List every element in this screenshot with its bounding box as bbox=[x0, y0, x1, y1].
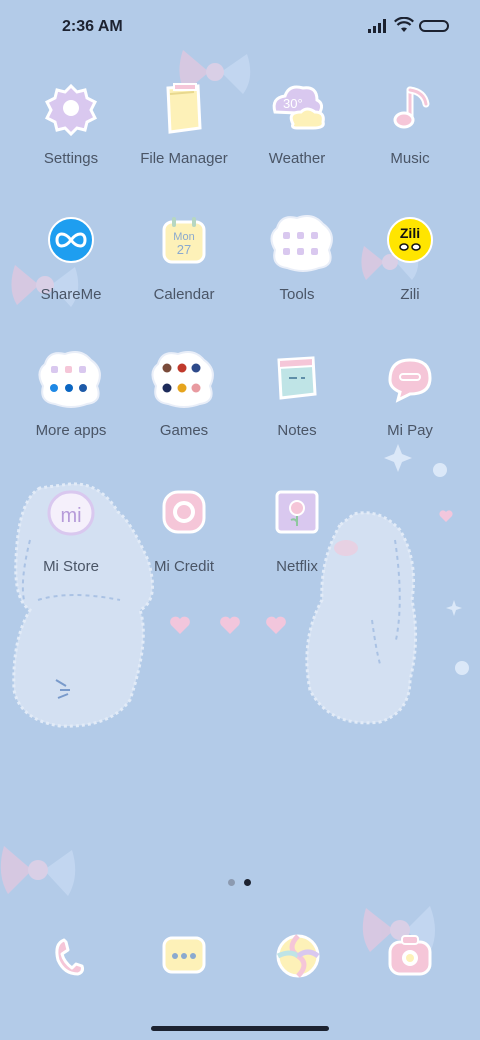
app-music[interactable]: Music bbox=[354, 78, 466, 190]
status-bar: 2:36 AM bbox=[0, 0, 480, 56]
app-calendar[interactable]: Mon 27 Calendar bbox=[128, 214, 240, 326]
status-time: 2:36 AM bbox=[62, 18, 123, 35]
app-label: Settings bbox=[43, 150, 99, 167]
svg-text:mi: mi bbox=[60, 505, 81, 527]
app-label: Music bbox=[390, 150, 430, 167]
cloud-sun-icon: 30° bbox=[272, 85, 325, 130]
app-notes[interactable]: Notes bbox=[241, 350, 353, 462]
app-file-manager[interactable]: File Manager bbox=[128, 78, 240, 190]
bow-decoration bbox=[0, 846, 76, 896]
folder-games[interactable]: Games bbox=[128, 350, 240, 462]
app-mi-pay[interactable]: Mi Pay bbox=[354, 350, 466, 462]
folder-grid-icon bbox=[270, 215, 333, 272]
svg-text:27: 27 bbox=[177, 242, 191, 257]
folder-tools[interactable]: Tools bbox=[241, 214, 353, 326]
app-label: Mi Pay bbox=[387, 422, 433, 439]
app-weather[interactable]: 30° Weather bbox=[241, 78, 353, 190]
infinity-icon bbox=[48, 217, 94, 263]
zili-icon: Zili bbox=[387, 217, 433, 263]
svg-text:Zili: Zili bbox=[400, 225, 420, 241]
chat-bubble-icon bbox=[388, 358, 432, 403]
app-mi-store[interactable]: mi Mi Store bbox=[15, 486, 127, 598]
ball-icon[interactable] bbox=[272, 930, 324, 982]
folder-grid-icon bbox=[38, 351, 101, 408]
app-settings[interactable]: Settings bbox=[15, 78, 127, 190]
camera-icon[interactable] bbox=[384, 930, 436, 982]
app-netflix[interactable]: Netflix bbox=[241, 486, 353, 598]
app-shareme[interactable]: ShareMe bbox=[15, 214, 127, 326]
app-label: Netflix bbox=[276, 558, 318, 575]
app-label: Weather bbox=[268, 150, 326, 167]
folder-more-apps[interactable]: More apps bbox=[15, 350, 127, 462]
mi-store-icon: mi bbox=[47, 490, 95, 536]
ring-icon bbox=[162, 490, 206, 534]
app-label: Calendar bbox=[153, 286, 215, 303]
battery-icon bbox=[419, 20, 449, 32]
app-label: ShareMe bbox=[40, 286, 102, 303]
phone-icon[interactable] bbox=[44, 930, 96, 982]
notes-icon bbox=[277, 356, 317, 400]
home-indicator[interactable] bbox=[151, 1026, 329, 1031]
music-note-icon bbox=[393, 86, 430, 129]
app-label: Tools bbox=[279, 286, 315, 303]
app-label: Games bbox=[159, 422, 209, 439]
app-label: Notes bbox=[277, 422, 317, 439]
folder-icon bbox=[166, 83, 202, 134]
app-label: Mi Store bbox=[43, 558, 99, 575]
message-icon[interactable] bbox=[158, 930, 210, 982]
app-label: File Manager bbox=[140, 150, 228, 167]
cellular-signal-icon bbox=[368, 19, 386, 33]
calendar-icon: Mon 27 bbox=[162, 217, 206, 264]
app-zili[interactable]: Zili Zili bbox=[354, 214, 466, 326]
gear-icon bbox=[44, 83, 98, 137]
page-dot-2-active[interactable] bbox=[244, 879, 251, 886]
app-label: More apps bbox=[35, 422, 107, 439]
page-dot-1[interactable] bbox=[228, 879, 235, 886]
flower-card-icon bbox=[275, 490, 319, 534]
wifi-icon bbox=[394, 17, 414, 32]
folder-grid-icon bbox=[151, 351, 214, 408]
app-label: Mi Credit bbox=[153, 558, 214, 575]
svg-text:30°: 30° bbox=[283, 96, 303, 111]
app-label: Zili bbox=[400, 286, 420, 303]
app-mi-credit[interactable]: Mi Credit bbox=[128, 486, 240, 598]
